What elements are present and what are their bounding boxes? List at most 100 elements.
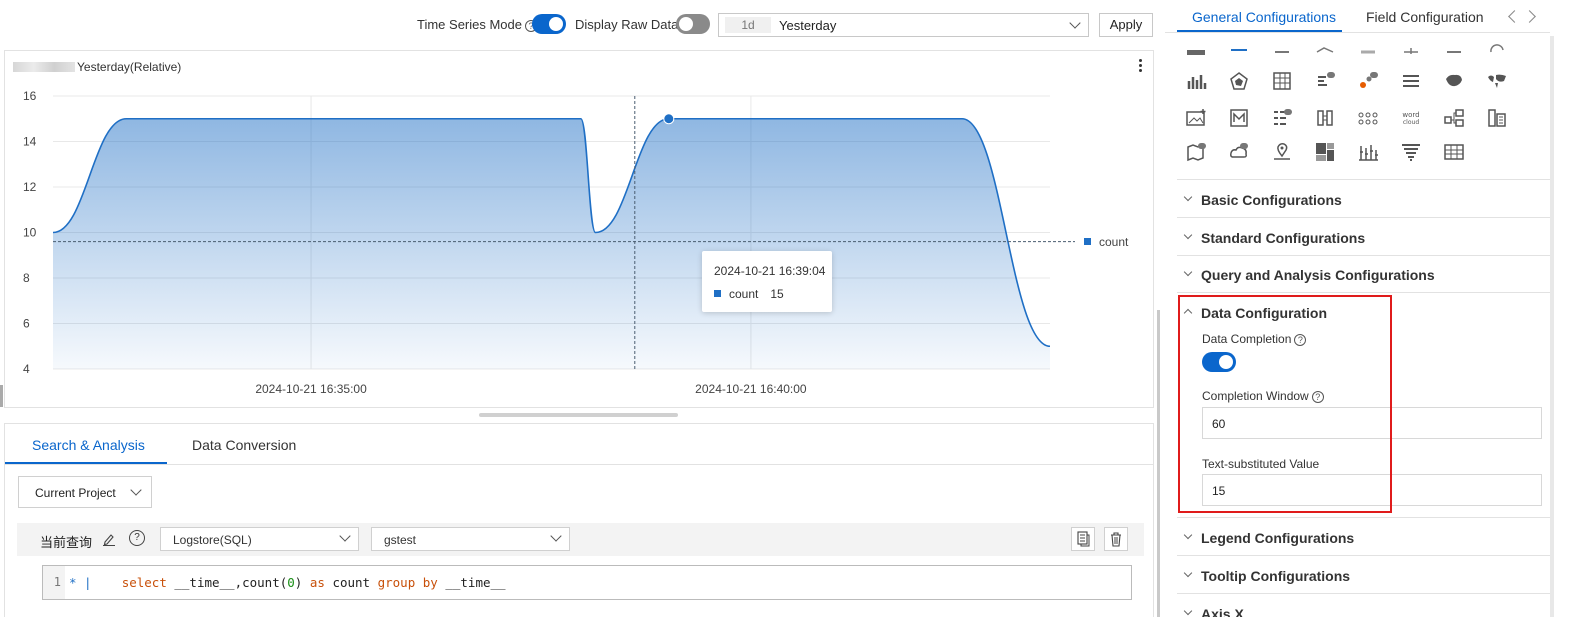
building-icon[interactable] <box>1486 108 1508 128</box>
panel-splitter[interactable] <box>479 413 678 417</box>
markdown-icon[interactable] <box>1228 108 1250 128</box>
data-point-highlight <box>663 113 675 125</box>
edit-icon[interactable] <box>103 532 115 546</box>
sankey-pro-icon[interactable] <box>1314 108 1336 128</box>
sql-editor[interactable]: 1 * | select __time__,count(0) as count … <box>42 565 1132 600</box>
active-tab-indicator <box>1177 30 1342 32</box>
boxplot-icon[interactable] <box>1357 142 1379 162</box>
topology-icon[interactable] <box>1443 108 1465 128</box>
active-tab-indicator <box>5 462 167 464</box>
legend-swatch <box>1084 238 1091 245</box>
copy-icon <box>1077 531 1090 547</box>
time-range-select[interactable]: 1d Yesterday <box>718 13 1089 37</box>
logstore-select[interactable]: gstest <box>371 527 570 551</box>
query-label: 当前查询 <box>40 535 93 550</box>
caret-down-icon <box>1183 568 1193 578</box>
x-tick-label: 2024-10-21 16:40:00 <box>695 382 807 396</box>
word-cloud-icon[interactable]: wordcloud <box>1400 108 1422 128</box>
caret-down-icon <box>1183 230 1193 240</box>
redacted-text <box>13 62 75 72</box>
funnel-icon[interactable] <box>1400 142 1422 162</box>
section-basic-configurations[interactable]: Basic Configurations <box>1177 180 1550 218</box>
series-swatch <box>714 290 721 297</box>
line-number: 1 <box>43 566 65 599</box>
time-range-value: Yesterday <box>779 18 837 33</box>
y-tick-label: 6 <box>23 317 30 331</box>
world-map-icon[interactable] <box>1486 71 1508 91</box>
line-chart-icon[interactable] <box>1228 44 1250 64</box>
chart-panel: 16 14 12 10 8 6 4 2024-10-21 16:35:00 2024-10-21… <box>4 50 1154 408</box>
copy-button[interactable] <box>1071 527 1095 551</box>
apply-button[interactable]: Apply <box>1099 13 1153 37</box>
project-select[interactable]: Current Project <box>18 476 152 508</box>
map-pro-icon[interactable] <box>1185 142 1207 162</box>
tab-field-configuration[interactable]: Field Configuration <box>1366 9 1484 25</box>
sql-code[interactable]: * | select __time__,count(0) as count gr… <box>69 575 506 590</box>
source-type-select[interactable]: Logstore(SQL) <box>160 527 359 551</box>
y-tick-label: 4 <box>23 362 30 376</box>
time-series-mode-toggle[interactable] <box>532 14 566 34</box>
y-tick-label: 16 <box>23 89 37 103</box>
config-panel-scrollbar[interactable] <box>1550 36 1554 617</box>
histogram-icon[interactable] <box>1185 71 1207 91</box>
more-vertical-icon[interactable] <box>1139 59 1143 73</box>
trash-icon <box>1111 532 1121 547</box>
progress-chart-icon[interactable] <box>1443 44 1465 64</box>
gauge-chart-icon[interactable] <box>1486 44 1508 64</box>
page-scrollbar[interactable] <box>1157 310 1160 617</box>
table-icon[interactable] <box>1271 71 1293 91</box>
radar-chart-icon[interactable] <box>1228 71 1250 91</box>
column-chart-icon[interactable] <box>1271 44 1293 64</box>
time-range-tag: 1d <box>725 17 771 33</box>
funnel-pro-icon[interactable] <box>1314 71 1336 91</box>
china-map-icon[interactable] <box>1443 71 1465 91</box>
query-bar: 当前查询 ? Logstore(SQL) gstest <box>17 523 1144 556</box>
y-tick-label: 12 <box>23 180 37 194</box>
chart-toolbar: Time Series Mode? Display Raw Data 1d Ye… <box>0 0 1160 48</box>
cloud-pro-icon[interactable] <box>1228 142 1250 162</box>
scatter-chart-icon[interactable] <box>1400 44 1422 64</box>
bubble-pro-icon[interactable] <box>1357 71 1379 91</box>
tooltip-time: 2024-10-21 16:39:04 <box>714 264 826 278</box>
left-resize-handle[interactable] <box>0 385 3 407</box>
list-pro-icon[interactable] <box>1271 108 1293 128</box>
time-series-mode-label: Time Series Mode? <box>417 17 537 32</box>
tab-search-analysis[interactable]: Search & Analysis <box>32 437 145 453</box>
tab-general-configurations[interactable]: General Configurations <box>1192 9 1336 25</box>
app-root: Time Series Mode? Display Raw Data 1d Ye… <box>0 0 1578 617</box>
section-axis-x[interactable]: Axis X <box>1177 594 1550 617</box>
caret-down-icon <box>1183 192 1193 202</box>
grid-list-icon[interactable] <box>1400 71 1422 91</box>
svg-text:word: word <box>1402 111 1419 119</box>
section-query-analysis-configurations[interactable]: Query and Analysis Configurations <box>1177 255 1550 293</box>
chevron-down-icon <box>339 530 351 542</box>
bar-chart-icon[interactable] <box>1357 44 1379 64</box>
chart-legend-item[interactable]: count <box>1084 235 1128 249</box>
help-icon[interactable]: ? <box>129 530 145 546</box>
x-tick-label: 2024-10-21 16:35:00 <box>255 382 367 396</box>
delete-button[interactable] <box>1104 527 1128 551</box>
section-legend-configurations[interactable]: Legend Configurations <box>1177 518 1550 556</box>
chart-tooltip: 2024-10-21 16:39:04 count 15 <box>702 251 832 312</box>
section-tooltip-configurations[interactable]: Tooltip Configurations <box>1177 556 1550 594</box>
tooltip-row: count 15 <box>714 287 784 301</box>
chevron-right-icon[interactable] <box>1523 10 1536 23</box>
display-raw-data-toggle[interactable] <box>676 14 710 34</box>
y-tick-label: 14 <box>23 135 37 149</box>
caret-down-icon <box>1183 267 1193 277</box>
area-chart[interactable]: 16 14 12 10 8 6 4 2024-10-21 16:35:00 2024-10-21… <box>5 51 1153 407</box>
table-chart-icon[interactable] <box>1185 46 1207 66</box>
tab-data-conversion[interactable]: Data Conversion <box>192 437 296 453</box>
query-panel: Search & Analysis Data Conversion Curren… <box>4 423 1154 617</box>
y-tick-label: 8 <box>23 271 30 285</box>
flow-icon[interactable] <box>1357 108 1379 128</box>
chevron-left-icon[interactable] <box>1508 10 1521 23</box>
area-fill-count <box>53 118 1050 369</box>
image-icon[interactable] <box>1185 108 1207 128</box>
cross-table-icon[interactable] <box>1443 142 1465 162</box>
caret-down-icon <box>1183 530 1193 540</box>
section-standard-configurations[interactable]: Standard Configurations <box>1177 218 1550 256</box>
treemap-icon[interactable] <box>1314 142 1336 162</box>
area-chart-icon[interactable] <box>1314 44 1336 64</box>
location-icon[interactable] <box>1271 142 1293 162</box>
